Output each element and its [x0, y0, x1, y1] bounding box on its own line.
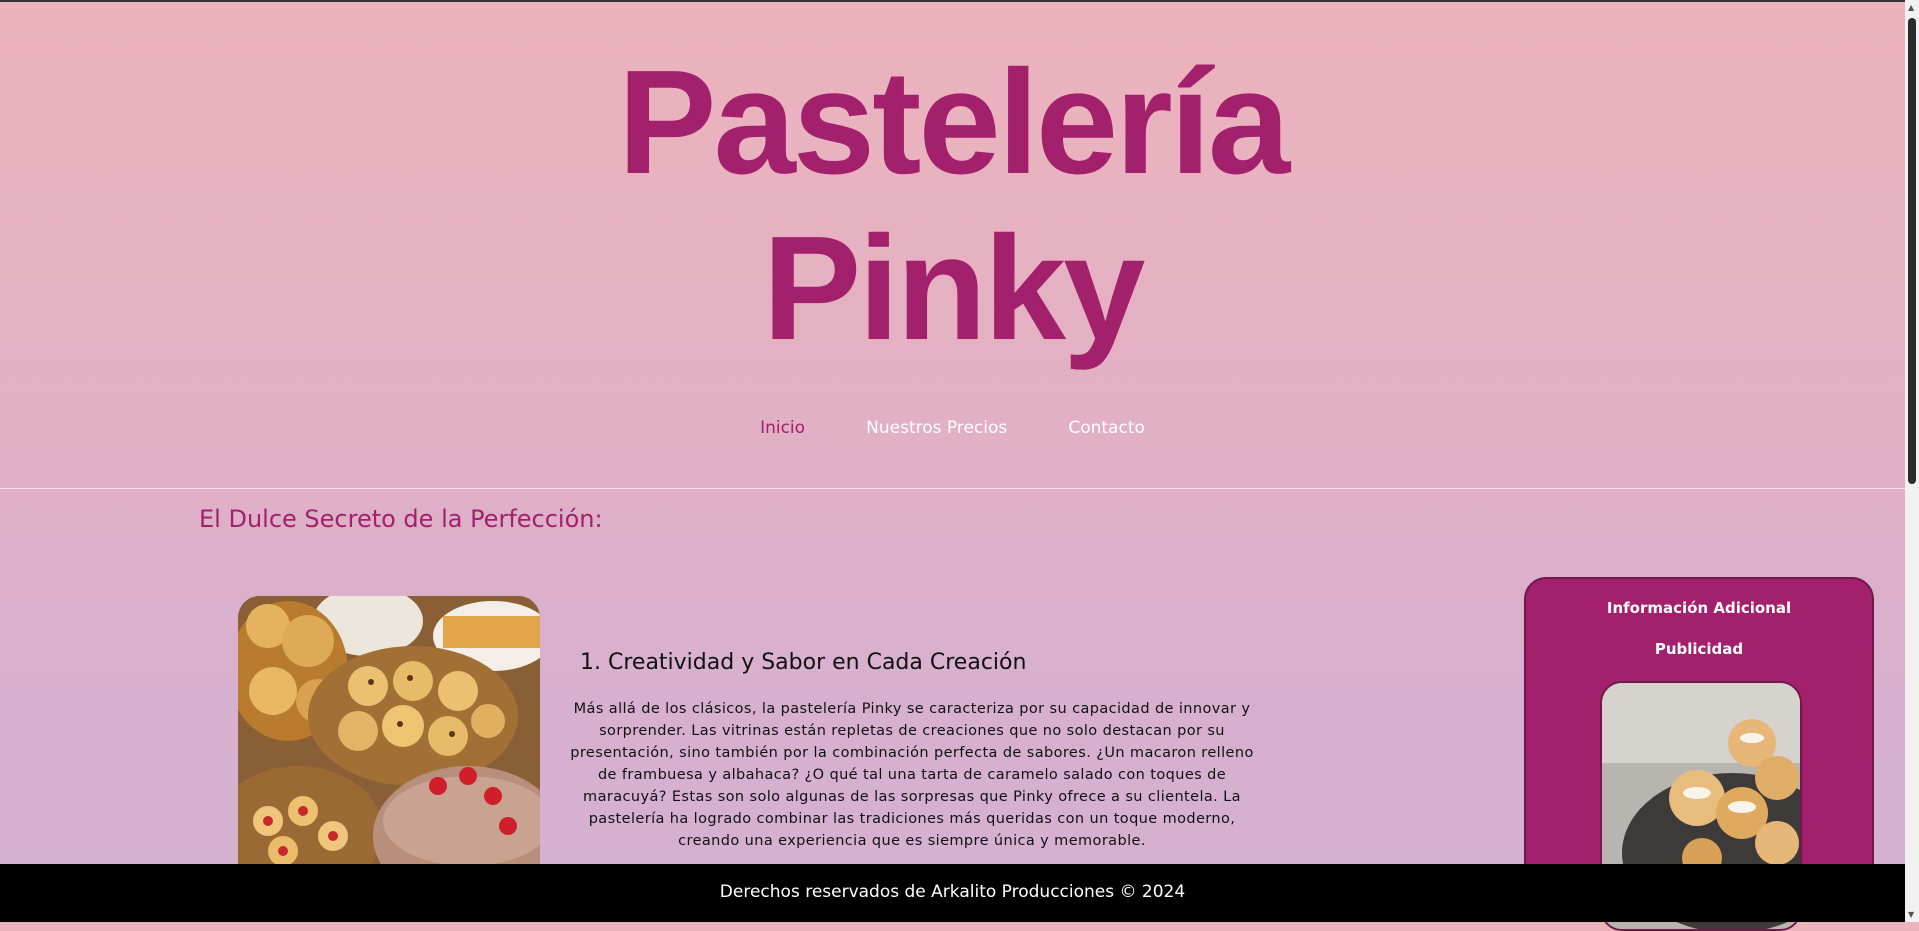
main-nav: Inicio Nuestros Precios Contacto [0, 418, 1905, 438]
brand-line-2: Pinky [762, 206, 1146, 371]
article-body: Más allá de los clásicos, la pastelería … [570, 701, 1254, 849]
site-footer: Derechos reservados de Arkalito Producci… [0, 864, 1905, 922]
scrollbar-thumb[interactable] [1908, 18, 1916, 484]
pastries-photo [238, 596, 540, 886]
site-header: Pastelería Pinky Inicio Nuestros Precios… [0, 0, 1905, 489]
nav-link-contacto[interactable]: Contacto [1068, 418, 1145, 438]
scroll-down-icon[interactable]: ▼ [1908, 910, 1914, 919]
nav-link-inicio[interactable]: Inicio [760, 418, 805, 438]
sidebar-subtitle: Publicidad [1654, 640, 1744, 658]
footer-copyright: Derechos reservados de Arkalito Producci… [719, 882, 1186, 902]
section-title: El Dulce Secreto de la Perfección: [199, 505, 603, 533]
article-heading: 1. Creatividad y Sabor en Cada Creación [580, 650, 1027, 675]
scroll-up-icon[interactable]: ▲ [1908, 3, 1914, 12]
nav-link-precios[interactable]: Nuestros Precios [866, 418, 1007, 438]
sidebar-title: Información Adicional [1606, 599, 1792, 617]
pastries-image [238, 596, 540, 886]
brand-line-1: Pastelería [617, 40, 1290, 205]
page-scrollbar[interactable]: ▲ ▼ [1905, 0, 1919, 922]
site-logo-title: Pastelería Pinky [0, 40, 1905, 372]
